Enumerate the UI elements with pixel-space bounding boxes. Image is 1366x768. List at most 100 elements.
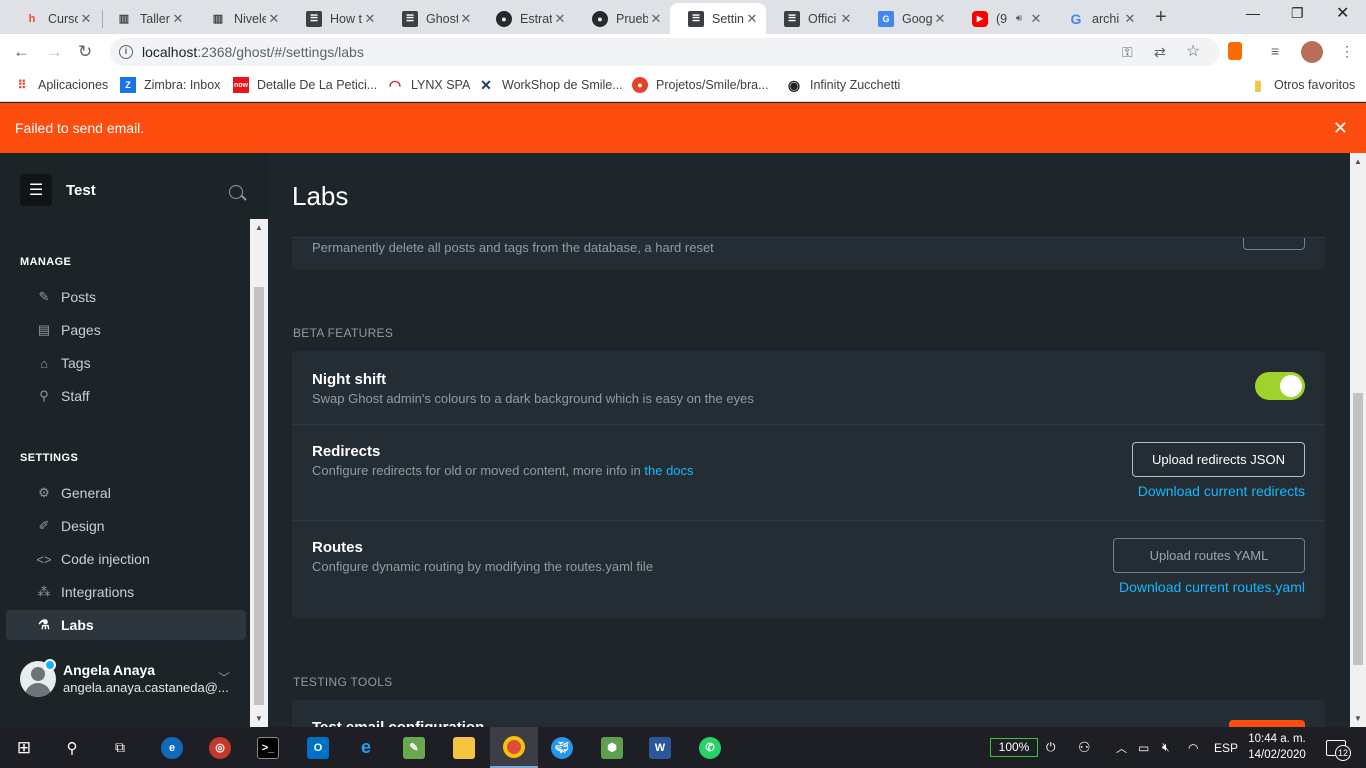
menu-icon[interactable]: ⋮ — [1340, 43, 1354, 60]
profile-avatar[interactable] — [1301, 41, 1323, 63]
taskbar-word[interactable]: W — [636, 727, 684, 768]
upload-routes-button[interactable]: Upload routes YAML — [1113, 538, 1305, 573]
browser-tab[interactable]: ☰ Ghost ✕ — [384, 3, 480, 34]
search-icon[interactable] — [229, 185, 243, 199]
scrollbar-thumb[interactable] — [1353, 393, 1363, 665]
upload-redirects-button[interactable]: Upload redirects JSON — [1132, 442, 1305, 477]
taskbar-whatsapp[interactable]: ✆ — [686, 727, 734, 768]
browser-tab-active[interactable]: ☰ Settin ✕ — [670, 3, 766, 34]
user-menu[interactable]: Angela Anaya angela.anaya.castaneda@... … — [20, 659, 240, 701]
bookmark-item[interactable]: ● Projetos/Smile/bra... — [632, 77, 769, 93]
sidebar-item-labs[interactable]: ⚗ Labs — [6, 610, 246, 640]
notification-center-icon[interactable]: 12 — [1326, 740, 1351, 761]
browser-tab[interactable]: G archi ✕ — [1050, 3, 1144, 34]
extension-icon[interactable] — [1228, 42, 1242, 60]
download-redirects-link[interactable]: Download current redirects — [1138, 483, 1305, 499]
speaker-icon[interactable]: 🔊︎ — [1016, 13, 1022, 24]
scroll-down-arrow-icon[interactable]: ▼ — [255, 714, 263, 723]
language-indicator[interactable]: ESP — [1214, 727, 1238, 768]
close-tab-icon[interactable]: ✕ — [1028, 11, 1044, 27]
close-tab-icon[interactable]: ✕ — [266, 11, 282, 27]
bookmark-item[interactable]: ◠ LYNX SPA — [387, 77, 470, 93]
close-tab-icon[interactable]: ✕ — [362, 11, 378, 27]
browser-tab[interactable]: ▥ Taller ✕ — [98, 3, 192, 34]
chevron-down-icon[interactable]: ﹀ — [218, 669, 230, 686]
browser-tab[interactable]: ☰ Offici ✕ — [766, 3, 860, 34]
browser-tab[interactable]: ● Prueb ✕ — [574, 3, 670, 34]
delete-button[interactable] — [1243, 238, 1305, 250]
bookmark-item[interactable]: Z Zimbra: Inbox — [120, 77, 220, 93]
close-tab-icon[interactable]: ✕ — [744, 11, 760, 27]
close-tab-icon[interactable]: ✕ — [932, 11, 948, 27]
start-button[interactable]: ⊞ — [0, 727, 48, 768]
sidebar-item-tags[interactable]: ⌂ Tags — [6, 348, 246, 378]
close-alert-icon[interactable]: ✕ — [1333, 103, 1348, 153]
address-bar[interactable]: i localhost:2368/ghost/#/settings/labs ⚿… — [110, 38, 1220, 66]
close-window-button[interactable]: ✕ — [1336, 3, 1349, 23]
taskbar-explorer[interactable] — [440, 727, 488, 768]
bookmark-item[interactable]: ◉ Infinity Zucchetti — [786, 77, 900, 93]
close-tab-icon[interactable]: ✕ — [170, 11, 186, 27]
taskbar-node[interactable]: ⬢ — [588, 727, 636, 768]
close-tab-icon[interactable]: ✕ — [1122, 11, 1138, 27]
sidebar-item-integrations[interactable]: ⁂ Integrations — [6, 577, 246, 607]
close-tab-icon[interactable]: ✕ — [838, 11, 854, 27]
bookmark-item[interactable]: ✕ WorkShop de Smile... — [478, 77, 623, 93]
send-test-email-button[interactable] — [1229, 720, 1305, 727]
sidebar-item-posts[interactable]: ✎ Posts — [6, 282, 246, 312]
taskbar-chrome[interactable] — [490, 727, 538, 768]
site-info-icon[interactable]: i — [119, 45, 133, 59]
taskbar-outlook[interactable]: O — [294, 727, 342, 768]
battery-indicator[interactable]: 100% — [990, 738, 1038, 757]
meet-icon[interactable]: ▭ — [1138, 727, 1149, 768]
site-brand[interactable]: ☰ Test — [20, 174, 96, 206]
main-scrollbar[interactable]: ▲ ▼ — [1350, 153, 1366, 727]
scrollbar-thumb[interactable] — [254, 287, 264, 705]
browser-tab[interactable]: G Goog ✕ — [860, 3, 954, 34]
sidebar-scrollbar[interactable]: ▲ ▼ — [250, 219, 268, 727]
task-view-button[interactable]: ⧉ — [96, 727, 144, 768]
media-control-icon[interactable]: ≡ — [1271, 43, 1279, 59]
taskbar-docker[interactable]: 🐳︎ — [538, 727, 586, 768]
close-tab-icon[interactable]: ✕ — [458, 11, 474, 27]
browser-tab[interactable]: ▶ (9 🔊︎ ✕ — [954, 3, 1050, 34]
minimize-button[interactable]: — — [1246, 5, 1260, 21]
reload-button[interactable]: ↻ — [78, 42, 92, 62]
browser-tab[interactable]: h Curso ✕ — [6, 3, 100, 34]
sidebar-item-design[interactable]: ✐ Design — [6, 511, 246, 541]
other-bookmarks[interactable]: ▮ Otros favoritos — [1250, 77, 1355, 93]
new-tab-button[interactable]: + — [1155, 6, 1167, 29]
scroll-up-arrow-icon[interactable]: ▲ — [1354, 157, 1362, 166]
sidebar-item-pages[interactable]: ▤ Pages — [6, 315, 246, 345]
taskbar-app[interactable]: ◎ — [196, 727, 244, 768]
wifi-icon[interactable]: ◠ — [1188, 727, 1198, 768]
key-icon[interactable]: ⚿ — [1122, 38, 1133, 66]
download-routes-link[interactable]: Download current routes.yaml — [1119, 579, 1305, 595]
taskbar-edge[interactable]: e — [148, 727, 196, 768]
docs-link[interactable]: the docs — [644, 463, 693, 478]
scroll-up-arrow-icon[interactable]: ▲ — [255, 223, 263, 232]
back-button[interactable]: ← — [13, 42, 30, 62]
chevron-up-icon[interactable]: ︿ — [1116, 727, 1127, 768]
bookmark-item[interactable]: ⠿ Aplicaciones — [14, 77, 109, 93]
search-button[interactable]: ⚲ — [48, 727, 96, 768]
close-tab-icon[interactable]: ✕ — [648, 11, 664, 27]
restore-button[interactable]: ❐ — [1291, 5, 1304, 22]
translate-icon[interactable]: ⇄ — [1154, 38, 1166, 66]
scroll-down-arrow-icon[interactable]: ▼ — [1354, 714, 1362, 723]
sidebar-item-staff[interactable]: ⚲ Staff — [6, 381, 246, 411]
power-plug-icon[interactable]: ⏻ — [1046, 727, 1056, 768]
browser-tab[interactable]: ● Estrat ✕ — [478, 3, 574, 34]
close-tab-icon[interactable]: ✕ — [552, 11, 568, 27]
taskbar-terminal[interactable]: >_ — [244, 727, 292, 768]
browser-tab[interactable]: ☰ How t ✕ — [288, 3, 384, 34]
taskbar-notepad[interactable]: ✎ — [390, 727, 438, 768]
sidebar-item-general[interactable]: ⚙ General — [6, 478, 246, 508]
people-icon[interactable]: ⚇ — [1078, 727, 1091, 768]
taskbar-ie[interactable]: e — [342, 727, 390, 768]
close-tab-icon[interactable]: ✕ — [78, 11, 94, 27]
volume-muted-icon[interactable]: 🔇︎ — [1162, 727, 1170, 768]
sidebar-item-code-injection[interactable]: <> Code injection — [6, 544, 246, 574]
system-clock[interactable]: 10:44 a. m. 14/02/2020 — [1247, 731, 1307, 763]
night-shift-toggle[interactable] — [1255, 372, 1305, 400]
